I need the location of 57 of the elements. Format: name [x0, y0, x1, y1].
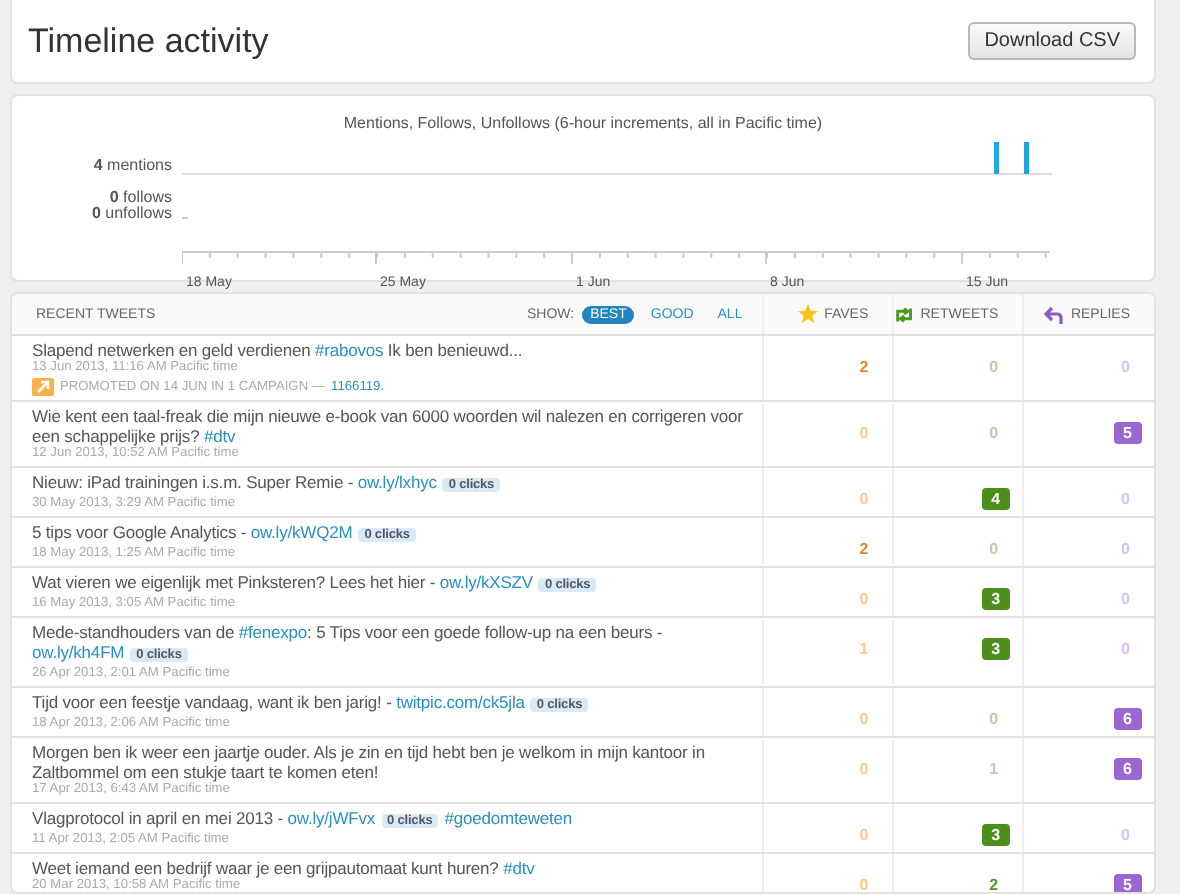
replie-count: 0 [1121, 590, 1130, 608]
fave-count: 0 [859, 876, 869, 892]
tweet-link[interactable]: ow.ly/kXSZV [439, 572, 533, 592]
tweet-link[interactable]: #dtv [203, 426, 236, 446]
promoted-arrow-icon [32, 378, 54, 396]
tweet-link[interactable]: ow.ly/jWFvx [287, 808, 376, 828]
retweet-icon [894, 305, 915, 323]
fave-count: 0 [859, 424, 869, 442]
tweet-link[interactable]: ow.ly/kh4FM [32, 642, 125, 662]
chart-title: Mentions, Follows, Unfollows (6-hour increments, all in Pacific time) [341, 114, 825, 132]
replie-count: 0 [1121, 358, 1130, 376]
fave-count: 2 [859, 540, 869, 558]
tweet-link[interactable]: #fenexpo [238, 622, 308, 642]
retweet-count: 0 [989, 710, 999, 728]
replie-count: 6 [1113, 758, 1142, 780]
retweet-count: 3 [981, 588, 1011, 610]
fave-count: 0 [859, 826, 869, 844]
fave-count: 0 [859, 590, 869, 608]
replie-count: 5 [1113, 874, 1142, 892]
reply-icon [1044, 305, 1065, 323]
replie-count: 5 [1113, 422, 1142, 444]
tweet-link[interactable]: #rabovos [314, 340, 384, 360]
fave-count: 1 [859, 640, 869, 658]
tweet-text: Slapend netwerken en geld verdienen #rabovos Ik ben benieuwd... [32, 340, 525, 360]
retweet-count: 0 [989, 424, 999, 442]
retweet-count: 1 [989, 760, 999, 778]
fave-count: 0 [859, 490, 869, 508]
retweet-count: 0 [989, 358, 999, 376]
retweet-count: 4 [981, 488, 1011, 510]
retweet-count: 2 [989, 876, 999, 892]
page-title: Timeline activity [28, 21, 269, 61]
retweet-count: 3 [981, 824, 1011, 846]
replie-count: 6 [1113, 708, 1142, 730]
tweet-text: Morgen ben ik weer een jaartje ouder. Als je zin en tijd hebt ben je welkom in mijn kantoor in Zaltbommel om een stukje taart te komen eten! [32, 742, 707, 782]
replie-count: 0 [1121, 640, 1130, 658]
fave-count: 0 [859, 760, 869, 778]
download-csv-button[interactable]: Download CSV [968, 22, 1136, 60]
mention-spike [1024, 142, 1029, 174]
retweet-count: 0 [989, 540, 999, 558]
mention-spike [994, 142, 999, 174]
replie-count: 0 [1121, 540, 1130, 558]
tweet-text: Weet iemand een bedrijf waar je een grijpautomaat kunt huren? #dtv [32, 858, 537, 878]
follows-label: 0 follows [109, 190, 172, 206]
star-icon [798, 304, 819, 324]
fave-count: 2 [859, 358, 869, 376]
fave-count: 0 [859, 710, 869, 728]
tweet-link[interactable]: twitpic.com/ck5jla [396, 692, 525, 712]
replie-count: 0 [1121, 490, 1130, 508]
replie-count: 0 [1121, 826, 1130, 844]
tweet-link[interactable]: #dtv [503, 858, 535, 878]
tweet-link[interactable]: ow.ly/lxhyc [357, 472, 437, 492]
tweet-link[interactable]: #goedomteweten [444, 808, 573, 828]
tweet-text: Wie kent een taal-freak die mijn nieuwe e-book van 6000 woorden wil nalezen en corrigeren voor een schappelijke prijs? #dtv [32, 406, 745, 446]
unfollows-label: 0 unfollows [91, 206, 172, 222]
tweet-link[interactable]: ow.ly/kWQ2M [250, 522, 353, 542]
retweet-count: 3 [981, 638, 1011, 660]
mentions-label: 4 mentions [93, 158, 172, 174]
